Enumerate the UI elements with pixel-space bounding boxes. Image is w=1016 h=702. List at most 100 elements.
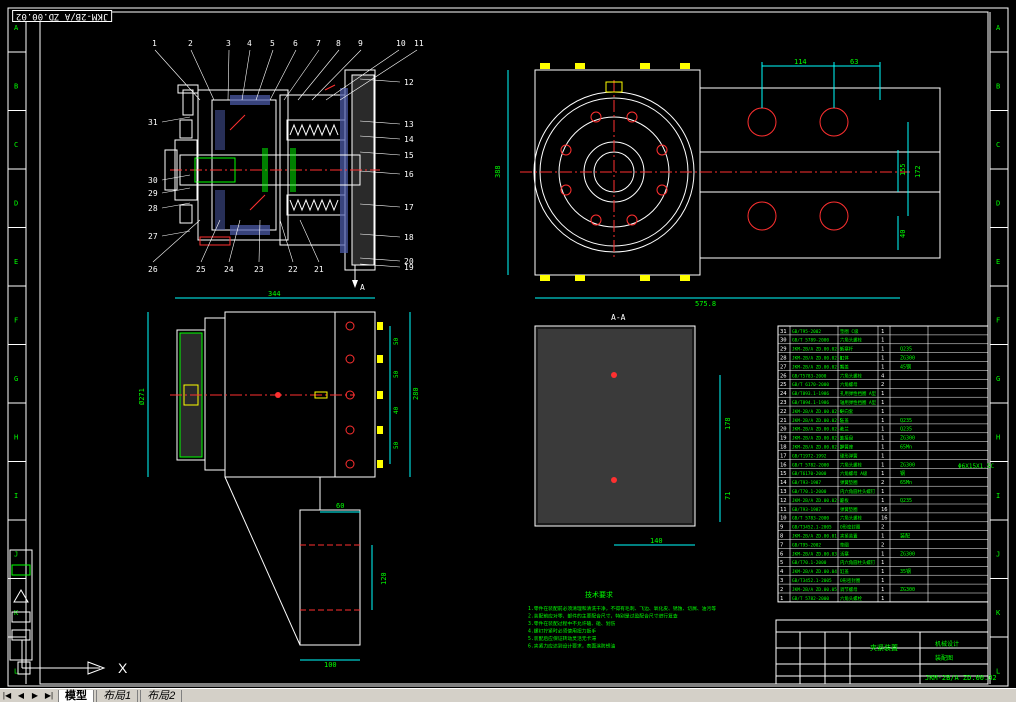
first-tab-button[interactable]: |◀ [0, 690, 14, 701]
bom-name: 六角头螺栓 [840, 595, 863, 602]
last-tab-button[interactable]: ▶| [42, 690, 56, 701]
bom-code: GB/T93-1987 [792, 480, 821, 486]
ruler-row-label: I [996, 492, 1000, 500]
dim-63: 63 [850, 58, 858, 66]
bom-code: GB/T 5782-2000 [792, 596, 829, 602]
bom-code: GB/T95-2002 [792, 542, 821, 548]
leader-numbers: 1 2 3 4 5 6 7 8 9 10 1112131415161718192026 25 24 23 2… [148, 39, 424, 274]
bom-name: O形密封圈 [840, 524, 861, 531]
ruler-row-label: D [996, 200, 1000, 208]
bom-no: 23 [780, 400, 787, 406]
bom-code: GB/T70.1-2000 [792, 489, 827, 495]
dim-120: 120 [380, 572, 388, 585]
next-tab-button[interactable]: ▶ [28, 690, 42, 701]
tab-layout1[interactable]: 布局1 [96, 689, 139, 702]
bom-no: 14 [780, 480, 787, 486]
tech-requirements: 1.零件在装配前必须清理和清洗干净，不得有毛刺、飞边、氧化皮、锈蚀、切屑、油污等… [528, 605, 716, 650]
section-marker: A [360, 283, 365, 292]
bom-no: 26 [780, 373, 787, 379]
leader-number: 30 [148, 176, 158, 185]
bom-code: GB/T894.1-1986 [792, 400, 829, 406]
bom-qty: 1 [881, 471, 884, 477]
bom-material: 65Mn [900, 480, 912, 486]
bom-qty: 1 [881, 498, 884, 504]
bom-name: 缸盖 [840, 568, 849, 575]
bom-no: 2 [780, 587, 783, 593]
dim-100: 100 [324, 661, 337, 669]
bom-name: 弹簧座 [840, 444, 854, 451]
bom-qty: 1 [881, 453, 884, 459]
ruler-row-label: C [14, 141, 18, 149]
bom-code: GB/T893.1-1986 [792, 391, 829, 397]
title-block-code: JKM-2B/A ZD.00.02 [925, 674, 997, 682]
ruler-row-label: D [14, 200, 18, 208]
dim-575: 575.8 [695, 300, 716, 308]
ruler-row-label: B [996, 83, 1000, 91]
bom-no: 28 [780, 356, 787, 362]
bom-qty: 1 [881, 347, 884, 353]
bom-no: 30 [780, 338, 787, 344]
bom-no: 20 [780, 427, 787, 433]
bom-no: 17 [780, 453, 787, 459]
bom-no: 31 [780, 329, 787, 335]
leader-number: 14 [404, 135, 414, 144]
bom-name: 孔用弹性挡圈 A型 [840, 390, 877, 397]
bom-code: GB/T 5782-2000 [792, 462, 829, 468]
bom-name: 夹紧装置 [840, 533, 858, 540]
bom-code: JKM-2B/A ZD.00.02-7 [792, 364, 843, 370]
section-view [534, 325, 721, 546]
bom-name: 导向套 [840, 408, 854, 415]
drawing-canvas[interactable]: ABCDEFGHIJKL ABCDEFGHIJKL 1 2 3 4 5 6 7 … [0, 0, 1016, 688]
ruler-row-label: E [996, 258, 1000, 266]
cad-window: ABCDEFGHIJKL ABCDEFGHIJKL 1 2 3 4 5 6 7 … [0, 0, 1016, 702]
bom-no: 3 [780, 578, 783, 584]
tab-model[interactable]: 模型 [58, 689, 94, 702]
ruler-row-label: B [14, 83, 18, 91]
bom-code: GB/T93-1987 [792, 507, 821, 513]
leader-number: 6 [293, 39, 298, 48]
ruler-row-label: E [14, 258, 18, 266]
bom-material: Q235 [900, 427, 912, 433]
bom-code: GB/T1972-1992 [792, 453, 827, 459]
bom-code: JKM-2B/A ZD.00.04 [792, 569, 837, 575]
bom-qty: 1 [881, 462, 884, 468]
section-label: A-A [611, 313, 626, 322]
leader-number: 9 [358, 39, 363, 48]
dim-178: 178 [724, 417, 732, 430]
dim-155: 155 [899, 163, 907, 176]
bom-qty: 1 [881, 418, 884, 424]
bom-code: JKM-2B/A ZD.00.03 [792, 551, 837, 557]
bom-qty: 1 [881, 587, 884, 593]
leader-number: 7 [316, 39, 321, 48]
left-edge-tools [9, 549, 33, 661]
tech-line: 2.装配前应对零、部件的主要配合尺寸，特别是过盈配合尺寸进行复查 [528, 613, 678, 620]
dim-71: 71 [724, 492, 732, 500]
ruler-row-label: G [14, 375, 18, 383]
leader-number: 12 [404, 78, 414, 87]
leader-number: 10 [396, 39, 406, 48]
leader-number: 25 [196, 265, 206, 274]
tech-line: 3.零件在装配过程中不允许磕、碰、划伤 [528, 620, 616, 627]
leader-number: 3 [226, 39, 231, 48]
bom-material: 装配 [900, 533, 910, 540]
bom-qty: 1 [881, 338, 884, 344]
prev-tab-button[interactable]: ◀ [14, 690, 28, 701]
dim-50c: 50 [393, 441, 400, 449]
tab-layout2[interactable]: 布局2 [140, 689, 183, 702]
bom-material: ZG300 [900, 462, 915, 468]
bom-name: 法兰 [840, 426, 849, 433]
bom-code: GB/T70.1-2000 [792, 560, 827, 566]
bom-qty: 1 [881, 329, 884, 335]
leader-number: 29 [148, 189, 158, 198]
leader-number: 13 [404, 120, 414, 129]
rotated-title: JKM-2B/A ZD.00.02 [12, 10, 113, 22]
leader-number: 28 [148, 204, 158, 213]
ruler-row-label: C [996, 141, 1000, 149]
bom-name: 内六角圆柱头螺钉 [840, 488, 876, 495]
bom-code: GB/T5783-2000 [792, 373, 827, 379]
bom-code: JKM-2B/A ZD.00.02-2 [792, 445, 843, 451]
bom-name: 活塞杆 [840, 346, 854, 353]
dim-50b: 50 [393, 370, 400, 378]
bom-no: 22 [780, 409, 787, 415]
bom-code: JKM-2B/A ZD.00.02-3 [792, 436, 843, 442]
